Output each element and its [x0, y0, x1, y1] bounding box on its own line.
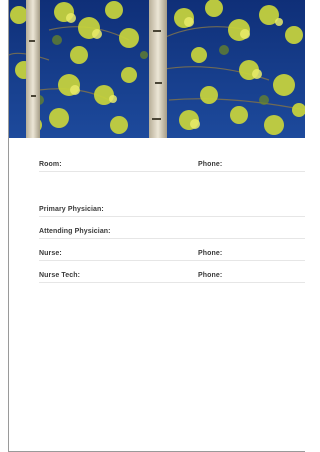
nurse-tech-label: Nurse Tech:: [39, 272, 81, 279]
primary-physician-label: Primary Physician:: [39, 206, 104, 213]
photo-illustration: [9, 0, 305, 138]
nurse-tech-line: [39, 282, 305, 283]
room-phone-label: Phone:: [198, 161, 223, 168]
form-page: Room: Phone: Primary Physician: Attendin…: [8, 0, 305, 452]
room-line: [39, 171, 305, 172]
aspen-trees-photo: [9, 0, 305, 138]
nurse-line: [39, 260, 305, 261]
attending-physician-line: [39, 238, 305, 239]
nurse-phone-label: Phone:: [198, 250, 223, 257]
nurse-tech-phone-label: Phone:: [198, 272, 223, 279]
nurse-label: Nurse:: [39, 250, 62, 257]
attending-physician-label: Attending Physician:: [39, 228, 111, 235]
primary-physician-line: [39, 216, 305, 217]
room-label: Room:: [39, 161, 62, 168]
